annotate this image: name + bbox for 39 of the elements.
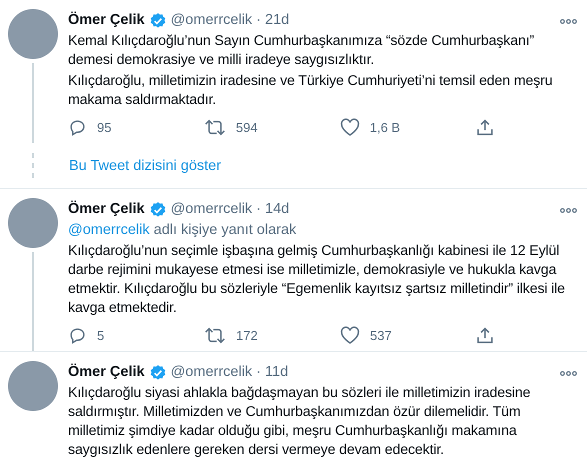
share-icon[interactable] (476, 118, 494, 137)
separator-dot: · (256, 363, 262, 382)
tweet-text: Kemal Kılıçdaroğlu’nun Sayın Cumhurbaşkanımıza “sözde Cumhurbaşkanı” demesi demokrasiye ve milli iradeye saygısızlıktır. (68, 32, 536, 70)
user-handle[interactable]: @omerrcelik (170, 11, 252, 30)
more-icon[interactable] (560, 19, 577, 24)
reply-count: 5 (97, 328, 104, 343)
tweet-text: Kılıçdaroğlu siyasi ahlakla bağdaşmayan bu sözleri ile milletimizin iradesine saldırmıştır. Milletimizden ve Cumhurbaşkanımızdan özür dilemelidir. Tüm milletimiz şimdiye kadar olduğu gibi, meşru Cumhurbaşkanlığı makamına saygısızlık edenlere gereken dersi vermeye devam edecektir. (68, 384, 532, 460)
separator-dot: · (256, 11, 262, 30)
author-name[interactable]: Ömer Çelik (68, 200, 145, 219)
like-count: 1,6 B (370, 120, 400, 135)
retweet-icon[interactable] (204, 326, 226, 345)
more-icon[interactable] (560, 371, 577, 376)
reply-context-text: adlı kişiye yanıt olarak (154, 222, 296, 238)
user-handle[interactable]: @omerrcelik (170, 200, 252, 219)
avatar[interactable] (8, 198, 58, 248)
mention-link[interactable]: @omerrcelik (68, 222, 150, 238)
tweet-time[interactable]: 14d (265, 200, 290, 219)
heart-icon[interactable] (340, 118, 360, 137)
more-icon[interactable] (560, 208, 577, 213)
retweet-count: 594 (236, 120, 258, 135)
user-handle[interactable]: @omerrcelik (170, 363, 252, 382)
tweet-text: Kılıçdaroğlu, milletimizin iradesine ve Türkiye Cumhuriyeti’ni temsil eden meşru makama saldırmaktadır. (68, 72, 554, 110)
separator-dot: · (256, 200, 262, 219)
reply-icon[interactable] (68, 326, 87, 345)
tweet-time[interactable]: 11d (265, 363, 288, 382)
retweet-count: 172 (236, 328, 258, 343)
share-icon[interactable] (476, 326, 494, 345)
author-name[interactable]: Ömer Çelik (68, 11, 145, 30)
tweet-text: Kılıçdaroğlu’nun seçimle işbaşına gelmiş Cumhurbaşkanlığı kabinesi ile 12 Eylül darbe rejimini mukayese etmesi ise milletimizle, demokrasiyle ve hukukla kavga etmektir. Kılıçdaroğlu bu sözleriyle “Egemenlik kayıtsız şartsız milletindir” ilkesi ile kavga etmektedir. (68, 242, 566, 318)
avatar[interactable] (8, 361, 58, 411)
author-name[interactable]: Ömer Çelik (68, 363, 145, 382)
tweet-time[interactable]: 21d (265, 11, 290, 30)
retweet-icon[interactable] (204, 118, 226, 137)
heart-icon[interactable] (340, 326, 360, 345)
avatar[interactable] (8, 9, 58, 59)
reply-icon[interactable] (68, 118, 87, 137)
like-count: 537 (370, 328, 392, 343)
reply-count: 95 (97, 120, 112, 135)
show-thread-link[interactable]: Bu Tweet dizisini göster (69, 158, 571, 174)
